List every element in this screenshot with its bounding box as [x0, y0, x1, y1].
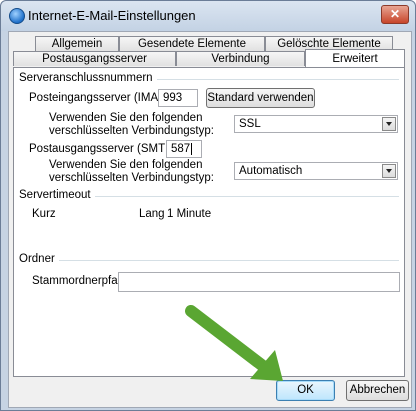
tab-verbindung[interactable]: Verbindung	[176, 51, 305, 66]
chevron-down-icon[interactable]	[382, 117, 396, 131]
tab-erweitert[interactable]: Erweitert	[305, 49, 405, 67]
imap-encryption-value: SSL	[239, 118, 261, 130]
imap-encryption-label-line1: Verwenden Sie den folgenden	[49, 112, 203, 124]
smtp-port-value: 587	[171, 143, 191, 155]
smtp-port-input[interactable]: 587	[166, 140, 202, 158]
timeout-short-label: Kurz	[32, 208, 56, 220]
root-folder-path-input[interactable]	[118, 272, 400, 292]
imap-port-label: Posteingangsserver (IMAP):	[29, 92, 173, 104]
smtp-encryption-select[interactable]: Automatisch	[234, 162, 398, 180]
text-cursor	[191, 143, 193, 155]
close-button[interactable]: ✕	[381, 5, 409, 24]
group-divider	[19, 260, 399, 261]
ok-button[interactable]: OK	[276, 380, 335, 401]
root-folder-path-label: Stammordnerpfad:	[32, 275, 128, 287]
smtp-encryption-value: Automatisch	[239, 165, 303, 177]
tab-postausgangsserver[interactable]: Postausgangsserver	[13, 51, 176, 66]
smtp-encryption-label-line2: verschlüsselten Verbindungstyp:	[49, 172, 214, 184]
smtp-port-label: Postausgangsserver (SMTP):	[29, 143, 180, 155]
chevron-down-icon[interactable]	[382, 164, 396, 178]
tab-gesendete-elemente[interactable]: Gesendete Elemente	[119, 36, 265, 51]
title-bar: Internet-E-Mail-Einstellungen ✕	[1, 1, 415, 31]
advanced-tab-panel: Serveranschlussnummern Posteingangsserve…	[13, 67, 405, 377]
smtp-encryption-label-line1: Verwenden Sie den folgenden	[49, 159, 203, 171]
timeout-group-title: Servertimeout	[19, 189, 95, 201]
internet-email-settings-dialog: Internet-E-Mail-Einstellungen ✕ Allgemei…	[0, 0, 416, 411]
outlook-icon	[9, 8, 25, 24]
folders-group-title: Ordner	[19, 253, 59, 265]
imap-port-input[interactable]: 993	[158, 89, 198, 107]
use-default-button[interactable]: Standard verwenden	[206, 88, 315, 108]
dialog-client-area: Allgemein Gesendete Elemente Gelöschte E…	[8, 31, 412, 408]
imap-encryption-label-line2: verschlüsselten Verbindungstyp:	[49, 125, 214, 137]
cancel-button[interactable]: Abbrechen	[346, 380, 409, 401]
tab-allgemein[interactable]: Allgemein	[35, 36, 119, 51]
timeout-long-label: Lang	[139, 208, 165, 220]
timeout-value: 1 Minute	[167, 208, 212, 220]
server-ports-group-title: Serveranschlussnummern	[19, 72, 157, 84]
window-title: Internet-E-Mail-Einstellungen	[28, 8, 196, 23]
imap-encryption-select[interactable]: SSL	[234, 115, 398, 133]
